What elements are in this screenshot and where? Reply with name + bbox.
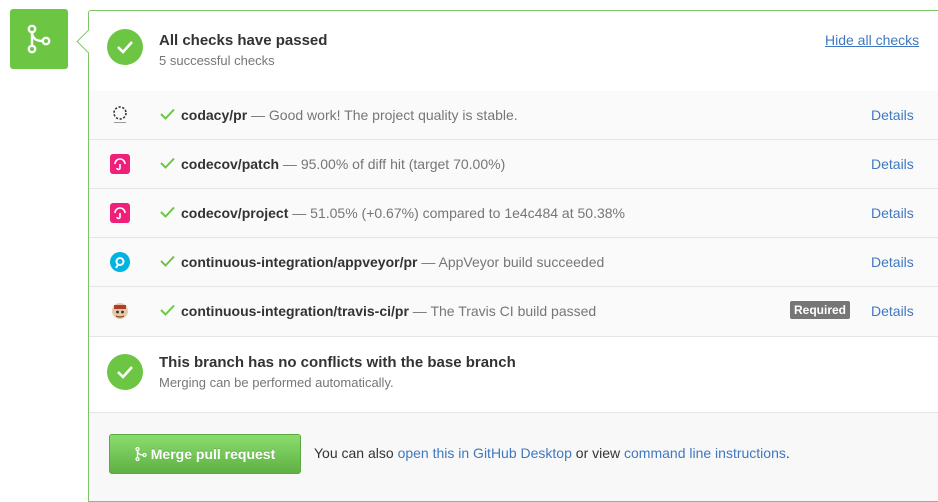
check-mark-icon bbox=[160, 157, 175, 169]
check-mark-icon bbox=[160, 206, 175, 218]
status-checks-list: codacy/pr — Good work! The project quali… bbox=[89, 91, 938, 337]
merge-pull-request-button[interactable]: Merge pull request bbox=[109, 434, 301, 474]
git-merge-icon bbox=[135, 447, 147, 461]
appveyor-logo-icon bbox=[110, 252, 130, 272]
check-description: Good work! The project quality is stable… bbox=[268, 107, 518, 123]
check-description: The Travis CI build passed bbox=[430, 303, 597, 319]
required-badge: Required bbox=[790, 301, 851, 319]
check-context: codecov/project bbox=[181, 205, 289, 221]
check-mark-icon bbox=[160, 304, 175, 316]
no-conflicts-subtitle: Merging can be performed automatically. bbox=[159, 375, 394, 390]
merge-status-icon bbox=[10, 9, 68, 69]
details-link[interactable]: Details bbox=[871, 254, 914, 270]
check-description: AppVeyor build succeeded bbox=[438, 254, 605, 270]
codacy-logo-icon bbox=[110, 105, 130, 125]
codecov-logo-icon bbox=[110, 203, 130, 223]
merge-status-panel: All checks have passed 5 successful chec… bbox=[76, 10, 938, 502]
check-mark-icon bbox=[160, 108, 175, 120]
details-link[interactable]: Details bbox=[871, 107, 914, 123]
checks-summary-header: All checks have passed 5 successful chec… bbox=[89, 11, 938, 92]
check-context: codacy/pr bbox=[181, 107, 248, 123]
status-check-row: continuous-integration/travis-ci/pr — Th… bbox=[89, 287, 938, 337]
check-context: continuous-integration/travis-ci/pr bbox=[181, 303, 409, 319]
open-in-desktop-link[interactable]: open this in GitHub Desktop bbox=[398, 445, 572, 461]
alternative-merge-options: You can also open this in GitHub Desktop… bbox=[314, 445, 790, 461]
hide-all-checks-link[interactable]: Hide all checks bbox=[825, 32, 919, 48]
check-context: continuous-integration/appveyor/pr bbox=[181, 254, 418, 270]
checks-summary-subtitle: 5 successful checks bbox=[159, 53, 275, 68]
status-check-row: codecov/patch — 95.00% of diff hit (targ… bbox=[89, 140, 938, 189]
check-context: codecov/patch bbox=[181, 156, 280, 172]
merge-button-label: Merge pull request bbox=[150, 446, 276, 462]
status-check-row: codecov/project — 51.05% (+0.67%) compar… bbox=[89, 189, 938, 238]
details-link[interactable]: Details bbox=[871, 205, 914, 221]
git-merge-icon bbox=[27, 24, 51, 54]
details-link[interactable]: Details bbox=[871, 303, 914, 319]
status-check-row: continuous-integration/appveyor/pr — App… bbox=[89, 238, 938, 287]
merge-conflict-status: This branch has no conflicts with the ba… bbox=[89, 333, 938, 413]
travis-logo-icon bbox=[110, 301, 130, 321]
status-check-row: codacy/pr — Good work! The project quali… bbox=[89, 91, 938, 140]
codecov-logo-icon bbox=[110, 154, 130, 174]
success-check-icon bbox=[107, 29, 143, 65]
check-mark-icon bbox=[160, 255, 175, 267]
checks-summary-title: All checks have passed bbox=[159, 32, 328, 49]
command-line-instructions-link[interactable]: command line instructions bbox=[624, 445, 786, 461]
success-check-icon bbox=[107, 354, 143, 390]
check-description: 95.00% of diff hit (target 70.00%) bbox=[300, 156, 506, 172]
details-link[interactable]: Details bbox=[871, 156, 914, 172]
no-conflicts-title: This branch has no conflicts with the ba… bbox=[159, 354, 516, 371]
merge-footer: Merge pull request You can also open thi… bbox=[89, 413, 938, 501]
check-description: 51.05% (+0.67%) compared to 1e4c484 at 5… bbox=[310, 205, 625, 221]
